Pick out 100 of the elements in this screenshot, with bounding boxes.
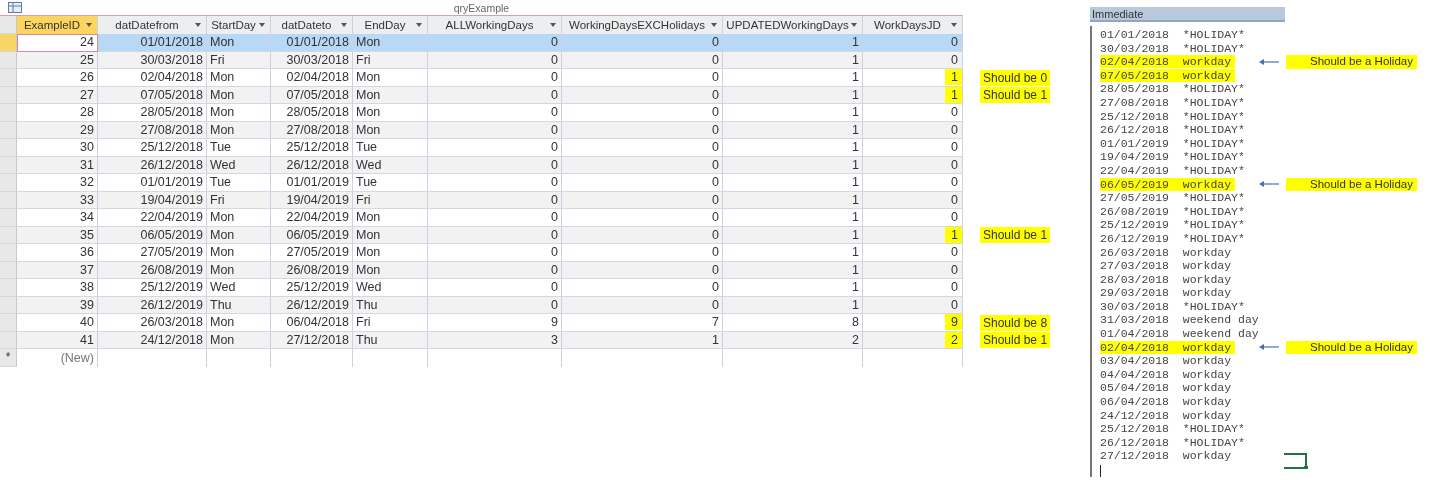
output-line: 27/12/2018 workday xyxy=(1100,449,1233,463)
table-cell-text: 0 xyxy=(950,191,959,208)
table-cell: Mon xyxy=(356,122,381,137)
table-cell: Wed xyxy=(356,157,382,172)
table-cell-text: 0 xyxy=(950,244,959,261)
table-cell: 26/03/2018 xyxy=(140,315,203,330)
table-cell: 0 xyxy=(712,227,719,242)
output-line: 26/12/2019 *HOLIDAY* xyxy=(1100,231,1246,245)
table-cell: 07/05/2018 xyxy=(286,87,349,102)
selection-corner-icon xyxy=(1284,453,1308,469)
annotation-note: Should be 8 xyxy=(980,314,1051,331)
dropdown-arrow-icon[interactable] xyxy=(86,23,92,27)
table-cell-text: 0 xyxy=(950,174,959,191)
table-cell: 27/05/2019 xyxy=(286,245,349,260)
dropdown-arrow-icon[interactable] xyxy=(951,23,957,27)
table-cell: 38 xyxy=(80,280,94,295)
table-cell-text: 0 xyxy=(950,209,959,226)
output-line: 29/03/2018 workday xyxy=(1100,286,1233,300)
table-cell: 0 xyxy=(712,35,719,50)
table-cell: 1 xyxy=(852,87,859,102)
output-line: 25/12/2019 *HOLIDAY* xyxy=(1100,218,1246,232)
output-line: 26/12/2018 *HOLIDAY* xyxy=(1100,123,1246,137)
table-cell: 0 xyxy=(551,105,558,120)
row-selector[interactable] xyxy=(0,34,17,52)
dropdown-arrow-icon[interactable] xyxy=(195,23,201,27)
table-cell: 0 xyxy=(551,52,558,67)
table-cell: 01/01/2018 xyxy=(286,35,349,50)
dropdown-arrow-icon[interactable] xyxy=(550,23,556,27)
table-cell: Fri xyxy=(356,315,371,330)
dropdown-arrow-icon[interactable] xyxy=(259,23,265,27)
table-cell: 1 xyxy=(852,52,859,67)
dropdown-arrow-icon[interactable] xyxy=(341,23,347,27)
table-cell: 28 xyxy=(80,105,94,120)
table-cell: 0 xyxy=(712,52,719,67)
table-cell: Mon xyxy=(210,87,235,102)
table-cell: 7 xyxy=(712,315,719,330)
row-selector[interactable] xyxy=(0,314,17,332)
select-all-corner[interactable] xyxy=(0,16,17,34)
table-cell: 0 xyxy=(551,35,558,50)
table-cell: 34 xyxy=(80,210,94,225)
output-line: 26/03/2018 workday xyxy=(1100,245,1233,259)
table-cell: Mon xyxy=(356,70,381,85)
table-cell: 0 xyxy=(712,245,719,260)
output-line: 03/04/2018 workday xyxy=(1100,354,1233,368)
output-line: 27/03/2018 workday xyxy=(1100,259,1233,273)
table-cell: 28/05/2018 xyxy=(286,105,349,120)
output-line: 28/05/2018 *HOLIDAY* xyxy=(1100,82,1246,96)
table-cell: Tue xyxy=(356,140,378,155)
table-cell: 26 xyxy=(80,70,94,85)
output-line: 01/01/2019 *HOLIDAY* xyxy=(1100,136,1246,150)
output-line: 06/04/2018 workday xyxy=(1100,395,1233,409)
table-cell: 37 xyxy=(80,262,94,277)
table-cell: Mon xyxy=(210,332,235,347)
annotation-note: Should be a Holiday xyxy=(1286,340,1417,355)
table-cell: 1 xyxy=(852,280,859,295)
column-header[interactable]: ExampleID xyxy=(17,16,98,34)
table-cell: 24/12/2018 xyxy=(140,332,203,347)
annotation-note: Should be 0 xyxy=(980,69,1051,86)
row-selector[interactable] xyxy=(0,279,17,297)
table-cell: 0 xyxy=(551,175,558,190)
row-selector[interactable] xyxy=(0,139,17,157)
dropdown-arrow-icon[interactable] xyxy=(416,23,422,27)
text-cursor xyxy=(1100,465,1101,477)
table-cell: 27/12/2018 xyxy=(286,332,349,347)
row-selector[interactable] xyxy=(0,209,17,227)
row-selector[interactable] xyxy=(0,174,17,192)
row-selector[interactable] xyxy=(0,69,17,87)
table-cell-text: 0 xyxy=(950,104,959,121)
dropdown-arrow-icon[interactable] xyxy=(711,23,717,27)
table-cell: 1 xyxy=(852,245,859,260)
table-cell: 1 xyxy=(945,69,962,86)
row-selector[interactable] xyxy=(0,244,17,262)
table-cell: 0 xyxy=(712,262,719,277)
table-cell: 19/04/2019 xyxy=(286,192,349,207)
table-cell: 30/03/2018 xyxy=(286,52,349,67)
table-cell-text: 0 xyxy=(950,279,959,296)
table-cell: Fri xyxy=(210,52,225,67)
table-cell: 25/12/2018 xyxy=(140,140,203,155)
table-cell: 07/05/2018 xyxy=(140,87,203,102)
table-cell: 26/12/2018 xyxy=(286,157,349,172)
table-cell: 1 xyxy=(852,297,859,312)
table-cell: Mon xyxy=(210,245,235,260)
dropdown-arrow-icon[interactable] xyxy=(851,23,857,27)
output-line: 05/04/2018 workday xyxy=(1100,381,1233,395)
table-cell: 0 xyxy=(712,297,719,312)
table-cell-text: 0 xyxy=(950,261,959,278)
datasheet-icon xyxy=(8,2,22,13)
table-cell: 28/05/2018 xyxy=(140,105,203,120)
table-cell: 30/03/2018 xyxy=(140,52,203,67)
row-selector[interactable] xyxy=(0,104,17,122)
panel-title: Immediate xyxy=(1090,7,1285,22)
table-cell: Tue xyxy=(210,140,232,155)
table-cell: 30 xyxy=(80,140,94,155)
table-cell: Fri xyxy=(210,192,225,207)
table-cell: 0 xyxy=(712,122,719,137)
table-cell: 0 xyxy=(551,245,558,260)
table-cell: Mon xyxy=(210,210,235,225)
output-line: 30/03/2018 *HOLIDAY* xyxy=(1100,299,1246,313)
table-cell: 40 xyxy=(80,315,94,330)
table-cell: Mon xyxy=(210,315,235,330)
